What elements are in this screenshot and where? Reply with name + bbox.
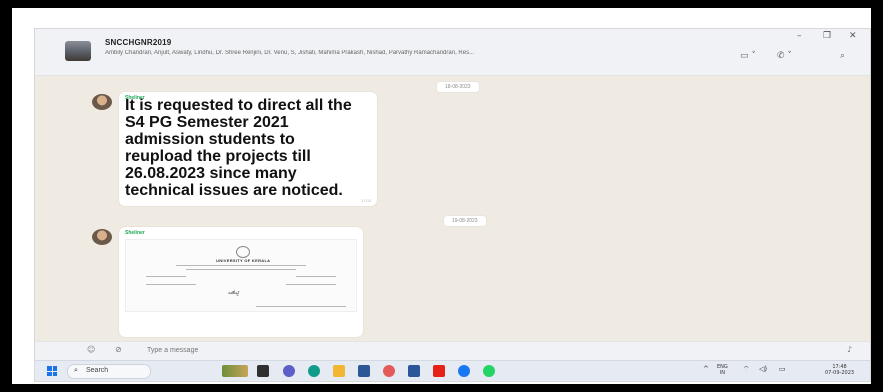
sender-avatar[interactable] [92, 229, 112, 245]
battery-icon[interactable]: ▭ [779, 366, 786, 373]
wifi-icon[interactable]: ⌔ [743, 366, 750, 373]
message-bubble[interactable]: Sheliner It is requested to direct all t… [119, 92, 377, 206]
edge-browser-icon[interactable] [308, 365, 320, 377]
search-icon[interactable]: ⌕ [840, 51, 845, 61]
taskbar-search[interactable]: ⌕ Search [67, 364, 151, 379]
video-call-icon[interactable]: ▭ ˅ [740, 51, 756, 61]
close-button[interactable]: ✕ [849, 31, 857, 41]
document-line [186, 269, 296, 270]
chat-area[interactable]: 18-08-2023 Sheliner It is requested to d… [35, 76, 870, 374]
message-sender[interactable]: Sheliner [125, 230, 145, 236]
widgets-icon[interactable] [222, 365, 248, 377]
whatsapp-app-icon[interactable] [483, 365, 495, 377]
message-text: It is requested to direct all the S4 PG … [125, 97, 352, 199]
document-line [146, 284, 196, 285]
word-app-icon[interactable] [408, 365, 420, 377]
document-line [296, 276, 336, 277]
file-explorer-icon[interactable] [333, 365, 345, 377]
show-hidden-icons-icon[interactable]: ^ [703, 366, 709, 373]
task-view-icon[interactable] [257, 365, 269, 377]
facebook-app-icon[interactable] [458, 365, 470, 377]
maximize-button[interactable]: ❐ [823, 31, 831, 41]
document-title: UNIVERSITY OF KERALA [216, 258, 271, 263]
search-icon: ⌕ [74, 366, 78, 374]
whatsapp-desktop-window: – ❐ ✕ SNCCHGNR2019 Ambily Chandran, Anju… [34, 28, 871, 382]
date-separator: 18-08-2023 [437, 82, 479, 92]
group-members[interactable]: Ambily Chandran, Anjult, Aswaty, Lindhu,… [105, 50, 745, 56]
university-seal-icon [236, 246, 250, 258]
attach-icon[interactable]: ⊘ [115, 345, 122, 354]
language-indicator[interactable]: ENG IN [717, 364, 728, 376]
minimize-button[interactable]: – [797, 31, 802, 41]
clock-date: 07-09-2023 [825, 370, 855, 376]
message-time: 17:03 [360, 198, 371, 203]
document-preview[interactable]: UNIVERSITY OF KERALA പരിപ്പ് [125, 239, 357, 312]
document-line [146, 276, 186, 277]
document-line [256, 306, 346, 307]
group-avatar[interactable] [65, 41, 91, 61]
photos-app-icon[interactable] [383, 365, 395, 377]
chat-app-icon[interactable] [283, 365, 295, 377]
sender-avatar[interactable] [92, 94, 112, 110]
clock[interactable]: 17:48 07-09-2023 [825, 364, 854, 376]
language-region: IN [719, 370, 725, 376]
chat-header[interactable]: – ❐ ✕ SNCCHGNR2019 Ambily Chandran, Anju… [35, 29, 870, 76]
document-message-bubble[interactable]: Sheliner UNIVERSITY OF KERALA പരിപ്പ് [119, 227, 363, 337]
document-heading: പരിപ്പ് [228, 290, 239, 295]
mic-icon[interactable]: ♪ [847, 345, 852, 354]
taskbar-search-label: Search [86, 367, 109, 374]
start-button[interactable] [47, 366, 57, 376]
phone-call-icon[interactable]: ✆ ˅ [777, 51, 792, 61]
screenshot-frame: – ❐ ✕ SNCCHGNR2019 Ambily Chandran, Anju… [12, 8, 871, 384]
document-line [176, 265, 306, 266]
document-line [286, 284, 336, 285]
message-composer: ☺ ⊘ ♪ [35, 341, 870, 360]
youtube-app-icon[interactable] [433, 365, 445, 377]
message-input[interactable] [147, 345, 747, 356]
group-name[interactable]: SNCCHGNR2019 [105, 38, 171, 47]
store-app-icon[interactable] [358, 365, 370, 377]
windows-taskbar: ⌕ Search ^ ENG IN ⌔ ◁) ▭ 17:48 07-09-202… [35, 360, 870, 381]
emoji-icon[interactable]: ☺ [87, 345, 95, 354]
date-separator: 19-08-2023 [444, 216, 486, 226]
volume-icon[interactable]: ◁) [759, 366, 767, 373]
